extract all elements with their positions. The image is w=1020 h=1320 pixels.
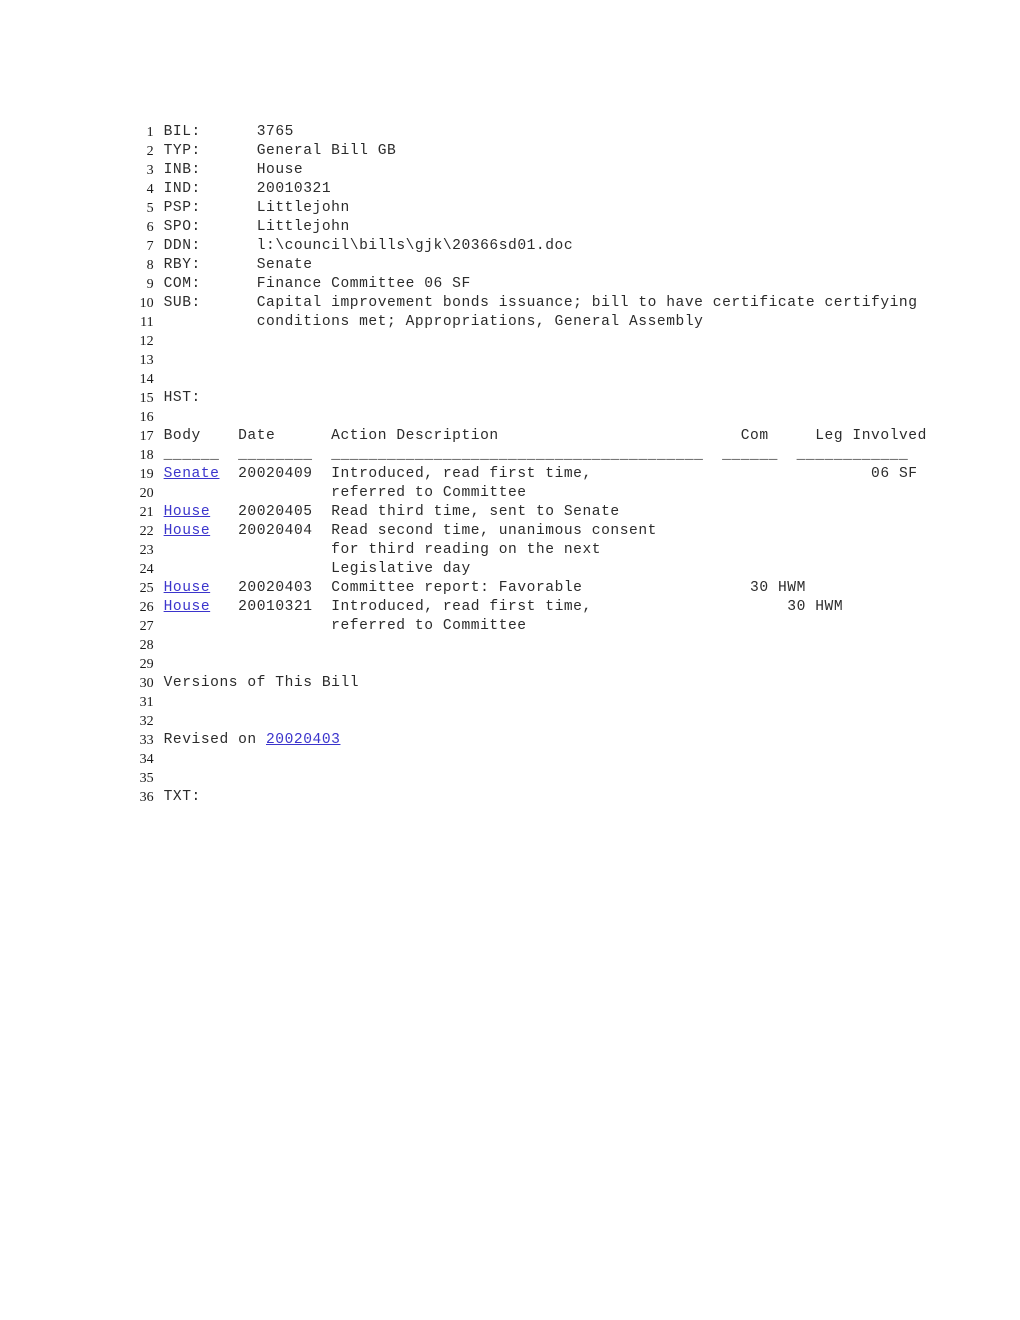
line-1: 1 BIL: 3765 — [70, 104, 950, 140]
line-36: 36 TXT: — [70, 769, 950, 805]
line-26: 26 House 20010321 Introduced, read first … — [70, 579, 950, 615]
line-12: 12 — [70, 313, 950, 349]
line-20: 20 referred to Committee — [70, 465, 950, 501]
line-30: 30 Versions of This Bill — [70, 655, 950, 691]
line-11: 11 conditions met; Appropriations, Gener… — [70, 294, 950, 330]
line-24: 24 Legislative day — [70, 541, 950, 577]
document-page: 1 BIL: 3765 2 TYP: General Bill GB 3 INB: H… — [0, 0, 1020, 1320]
line-25: 25 House 20020403 Committee report: Favor… — [70, 560, 950, 596]
line-27: 27 referred to Committee — [70, 598, 950, 634]
line-15: 15 HST: — [70, 370, 950, 406]
bill-record-listing: 1 BIL: 3765 2 TYP: General Bill GB 3 INB: H… — [70, 104, 950, 805]
line-7: 7 DDN: l:\council\bills\gjk\20366sd01.doc — [70, 218, 950, 254]
line-34: 34 — [70, 731, 950, 767]
line-17: 17 Body Date Action Description Com Leg I… — [70, 408, 950, 444]
line-10: 10 SUB: Capital improvement bonds issuanc… — [70, 275, 950, 311]
line-35: 35 — [70, 750, 950, 786]
line-8: 8 RBY: Senate — [70, 237, 950, 273]
line-29: 29 — [70, 636, 950, 672]
line-6: 6 SPO: Littlejohn — [70, 199, 950, 235]
line-2: 2 TYP: General Bill GB — [70, 123, 950, 159]
line-18: 18 ______ ________ ______________________… — [70, 427, 950, 463]
line-21: 21 House 20020405 Read third time, sent t… — [70, 484, 950, 520]
line-22: 22 House 20020404 Read second time, unani… — [70, 503, 950, 539]
line-23: 23 for third reading on the next — [70, 522, 950, 558]
line-16: 16 — [70, 389, 950, 425]
line-19: 19 Senate 20020409 Introduced, read first… — [70, 446, 950, 482]
line-5: 5 PSP: Littlejohn — [70, 180, 950, 216]
text-section-label: TXT: — [163, 789, 201, 805]
line-13: 13 — [70, 332, 950, 368]
line-32: 32 — [70, 693, 950, 729]
line-3: 3 INB: House — [70, 142, 950, 178]
line-28: 28 — [70, 617, 950, 653]
line-33: 33 Revised on 20020403 — [70, 712, 950, 748]
line-4: 4 IND: 20010321 — [70, 161, 950, 197]
line-14: 14 — [70, 351, 950, 387]
line-number: 36 — [139, 790, 154, 805]
line-31: 31 — [70, 674, 950, 710]
line-9: 9 COM: Finance Committee 06 SF — [70, 256, 950, 292]
